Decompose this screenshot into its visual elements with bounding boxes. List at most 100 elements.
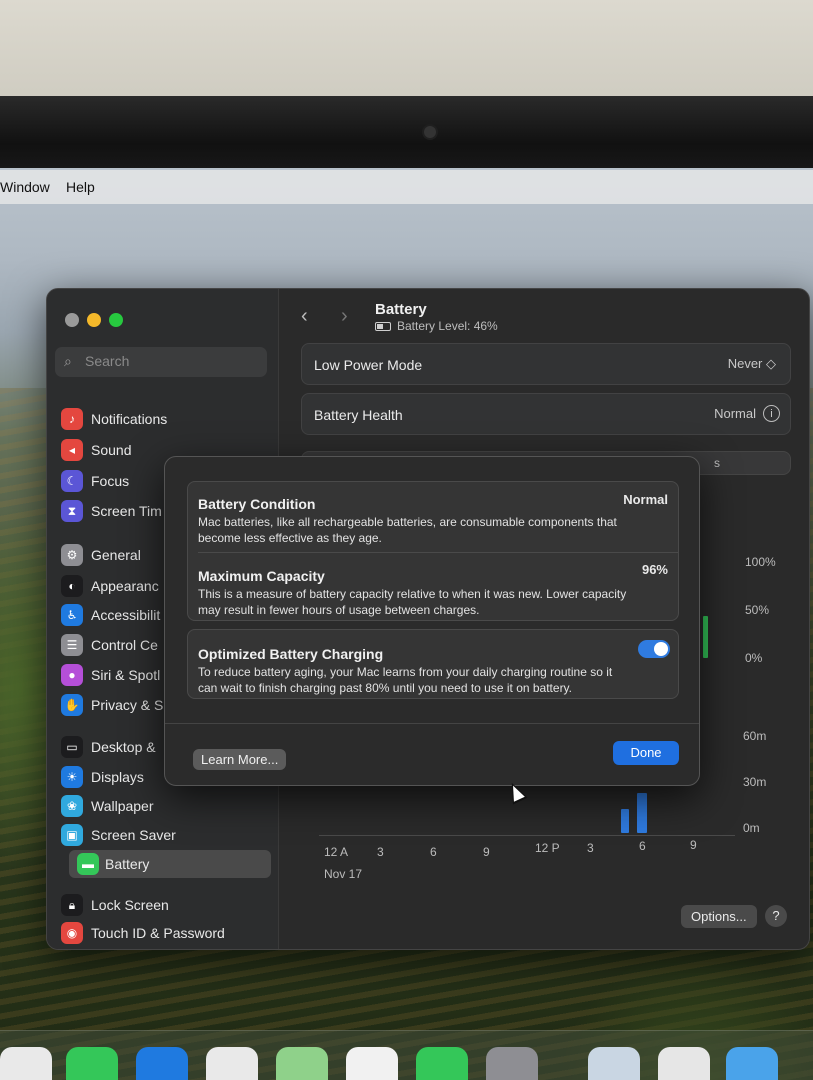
usage-baseline <box>319 835 735 836</box>
battery-level-text: Battery Level: 46% <box>375 319 498 333</box>
sidebar-item-label: Control Ce <box>91 637 158 653</box>
wall-background <box>0 0 813 100</box>
desktop-icon: ▭ <box>61 736 83 758</box>
date-label: Nov 17 <box>324 867 363 881</box>
x-tick: 6 <box>430 845 437 859</box>
usage-tick-60m: 60m <box>743 729 767 743</box>
info-icon[interactable]: i <box>763 405 780 422</box>
sidebar-item-label: Battery <box>105 856 150 872</box>
sidebar-item-label: Lock Screen <box>91 897 169 913</box>
zoom-window-button[interactable] <box>109 313 123 327</box>
laptop-bezel <box>0 96 813 176</box>
wallpaper-icon: ❀ <box>61 795 83 817</box>
sidebar-item-label: Screen Saver <box>91 827 176 843</box>
sidebar-item-label: Siri & Spotl <box>91 667 161 683</box>
optimized-charging-card: Optimized Battery Charging To reduce bat… <box>187 629 679 699</box>
facetime-icon[interactable] <box>416 1047 468 1080</box>
close-window-button[interactable] <box>65 313 79 327</box>
chart-tab-partial: s <box>714 456 720 470</box>
maximum-capacity-description: This is a measure of battery capacity re… <box>198 587 627 617</box>
page-title: Battery <box>375 301 427 318</box>
x-tick: 3 <box>587 841 594 855</box>
sheet-divider <box>165 723 699 724</box>
bell-icon: ♪ <box>61 408 83 430</box>
chrome-icon[interactable] <box>206 1047 258 1080</box>
x-tick: 12 A <box>324 845 349 859</box>
x-tick: 3 <box>377 845 384 859</box>
battery-condition-description: Mac batteries, like all rechargeable bat… <box>198 515 617 545</box>
optimized-charging-toggle[interactable] <box>638 640 670 658</box>
search-placeholder: Search <box>85 353 130 369</box>
level-tick-50: 50% <box>745 603 770 617</box>
battery-health-label: Battery Health <box>314 407 403 423</box>
sidebar-item-label: Touch ID & Password <box>91 925 225 941</box>
sidebar-item-label: Accessibilit <box>91 607 161 623</box>
battery-level-bar <box>703 616 708 658</box>
hourglass-icon: ⧗ <box>61 500 83 522</box>
finder-icon[interactable] <box>726 1047 778 1080</box>
photos-icon[interactable] <box>346 1047 398 1080</box>
low-power-mode-row: Low Power Mode Never ◇ <box>301 343 791 385</box>
messages-icon[interactable] <box>66 1047 118 1080</box>
fingerprint-icon: ◉ <box>61 922 83 944</box>
done-button[interactable]: Done <box>613 741 679 765</box>
card-divider <box>198 552 678 553</box>
moon-icon: ☾ <box>61 470 83 492</box>
control-center-icon: ☰ <box>61 634 83 656</box>
battery-condition-heading: Battery Condition <box>198 496 316 512</box>
x-tick: 12 P <box>535 841 560 855</box>
battery-info-card: Battery Condition Normal Mac batteries, … <box>187 481 679 621</box>
search-input[interactable]: ⌕ Search <box>55 347 267 377</box>
battery-condition-value: Normal <box>623 492 668 507</box>
webcam <box>424 126 436 138</box>
maximum-capacity-value: 96% <box>641 562 668 577</box>
sidebar-item-label: Wallpaper <box>91 798 154 814</box>
learn-more-button[interactable]: Learn More... <box>193 749 287 770</box>
optimized-charging-description: To reduce battery aging, your Mac learns… <box>198 665 613 695</box>
x-tick: 9 <box>690 838 697 852</box>
search-icon: ⌕ <box>64 353 72 369</box>
sidebar-item-label: Appearanc <box>91 578 159 594</box>
disk-utility-icon[interactable] <box>658 1047 710 1080</box>
dock <box>0 1030 813 1080</box>
usage-tick-0m: 0m <box>743 821 760 835</box>
battery-icon: ▬ <box>77 853 99 875</box>
sidebar-item-battery[interactable]: ▬ Battery <box>69 850 271 878</box>
sidebar-item-label: Notifications <box>91 411 168 427</box>
hand-icon: ✋ <box>61 694 83 716</box>
low-power-mode-label: Low Power Mode <box>314 357 423 373</box>
launchpad-icon[interactable] <box>0 1047 52 1080</box>
usage-bar <box>621 809 629 833</box>
sidebar-item-label: Sound <box>91 442 132 458</box>
sidebar-item-label: Desktop & <box>91 739 156 755</box>
speaker-icon: ◂ <box>61 439 83 461</box>
appearance-icon: ◐ <box>61 575 83 597</box>
system-settings-icon[interactable] <box>486 1047 538 1080</box>
level-tick-0: 0% <box>745 651 763 665</box>
options-button[interactable]: Options... <box>681 905 757 928</box>
minimize-window-button[interactable] <box>87 313 101 327</box>
maps-icon[interactable] <box>276 1047 328 1080</box>
sidebar-item-label: General <box>91 547 141 563</box>
forward-button[interactable]: › <box>341 305 348 328</box>
battery-level-label: Battery Level: 46% <box>397 319 498 333</box>
back-button[interactable]: ‹ <box>301 305 308 328</box>
siri-icon: ● <box>61 664 83 686</box>
usage-bar <box>637 793 647 833</box>
help-button[interactable]: ? <box>765 905 787 927</box>
gear-icon: ⚙ <box>61 544 83 566</box>
preview-icon[interactable] <box>588 1047 640 1080</box>
battery-health-row: Battery Health Normal i <box>301 393 791 435</box>
sidebar-item-label: Screen Tim <box>91 503 162 519</box>
menu-bar: Window Help <box>0 170 813 204</box>
battery-health-value: Normal <box>714 406 756 421</box>
menu-window[interactable]: Window <box>0 179 50 195</box>
sidebar-item-label: Privacy & S <box>91 697 164 713</box>
x-tick: 6 <box>639 839 646 853</box>
sidebar-item-label: Displays <box>91 769 144 785</box>
low-power-mode-select[interactable]: Never ◇ <box>728 356 776 372</box>
usage-tick-30m: 30m <box>743 775 767 789</box>
battery-level-icon <box>375 322 391 331</box>
mail-icon[interactable] <box>136 1047 188 1080</box>
menu-help[interactable]: Help <box>66 179 95 195</box>
